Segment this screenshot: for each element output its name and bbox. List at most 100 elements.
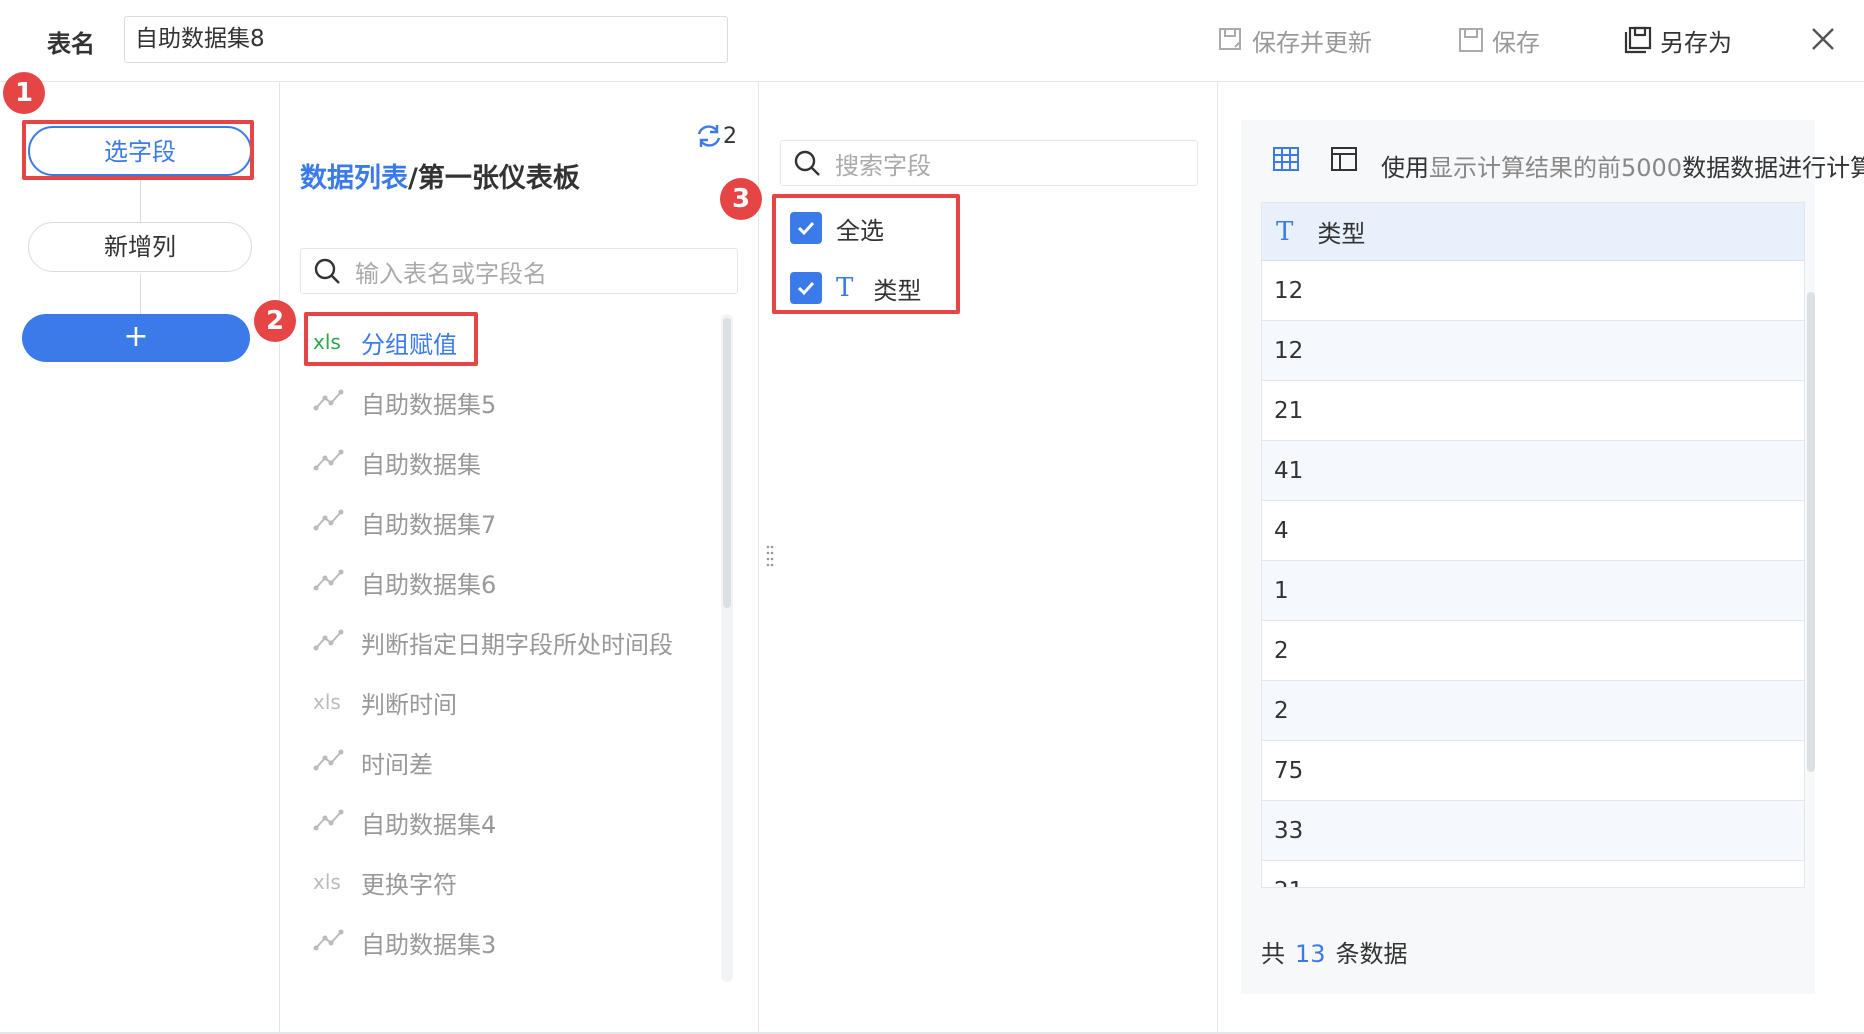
dataset-icon (313, 808, 353, 837)
close-icon[interactable] (1808, 24, 1838, 54)
table-row: 2 (1262, 681, 1804, 741)
layout-view-icon[interactable] (1329, 144, 1359, 174)
excel-icon: xls (313, 690, 341, 714)
table-list-scrollbar-thumb[interactable] (723, 318, 731, 608)
save-update-icon (1219, 28, 1241, 50)
list-item-label: 更换字符 (361, 870, 457, 899)
list-item-label: 自助数据集5 (361, 390, 497, 419)
add-step-button[interactable]: + (22, 314, 250, 362)
row-count-value: 13 (1295, 940, 1326, 968)
preview-toolbar (1271, 144, 1359, 174)
row-count-prefix: 共 (1261, 940, 1285, 968)
annotation-badge-3: 3 (720, 178, 762, 220)
dataset-icon (313, 748, 353, 777)
preview-info-part-a: 使用 (1381, 154, 1429, 182)
list-item-label: 自助数据集 (361, 450, 481, 479)
list-item-label: 判断时间 (361, 690, 457, 719)
annotation-badge-2: 2 (254, 300, 296, 342)
text-type-icon: T (1276, 216, 1294, 247)
row-count-footer: 共 13 条数据 (1261, 934, 1408, 969)
refresh-icon (697, 125, 721, 147)
list-item-label: 自助数据集6 (361, 570, 497, 599)
table-row: 12 (1262, 321, 1804, 381)
list-item-table[interactable]: 自助数据集4 (281, 792, 721, 852)
list-item-table[interactable]: 时间差 (281, 732, 721, 792)
save-and-update-label: 保存并更新 (1252, 28, 1372, 57)
dataset-icon (313, 448, 353, 477)
list-item-label: 时间差 (361, 750, 433, 779)
table-row: 41 (1262, 441, 1804, 501)
excel-icon: xls (313, 870, 341, 894)
table-search-input[interactable]: 输入表名或字段名 (300, 248, 738, 294)
refresh-button[interactable]: 2 (695, 122, 737, 150)
list-item-table[interactable]: 自助数据集5 (281, 372, 721, 432)
table-row: 4 (1262, 501, 1804, 561)
dataset-icon (313, 388, 353, 417)
list-item-table[interactable]: 判断指定日期字段所处时间段 (281, 612, 721, 672)
save-icon (1459, 28, 1483, 52)
table-search-placeholder: 输入表名或字段名 (355, 259, 547, 288)
save-button[interactable]: 保存 (1458, 22, 1540, 58)
table-list-panel: 2 数据列表/第一张仪表板 输入表名或字段名 xls 分组赋值 自助数据集5 自助… (281, 82, 759, 1034)
list-item-table[interactable]: 自助数据集3 (281, 912, 721, 972)
search-icon (794, 150, 820, 176)
preview-info-overlay: 显示计算结果的前5000 (1429, 154, 1683, 182)
table-row: 75 (1262, 741, 1804, 801)
table-row: 12 (1262, 261, 1804, 321)
table-header: T 类型 (1262, 203, 1804, 261)
row-count-suffix: 条数据 (1335, 940, 1408, 968)
annotation-box-3 (772, 194, 960, 314)
breadcrumb-separator: / (408, 163, 418, 194)
save-as-icon (1624, 26, 1652, 54)
list-item-table[interactable]: xls 判断时间 (281, 672, 721, 732)
dataset-icon (313, 928, 353, 957)
dataset-icon (313, 568, 353, 597)
breadcrumb: 数据列表/第一张仪表板 (300, 156, 580, 195)
list-item-table[interactable]: 自助数据集6 (281, 552, 721, 612)
table-row: 21 (1262, 861, 1804, 887)
list-item-table[interactable]: 自助数据集7 (281, 492, 721, 552)
preview-scrollbar-thumb[interactable] (1807, 292, 1815, 772)
table-row: 33 (1262, 801, 1804, 861)
dataset-icon (313, 628, 353, 657)
step-add-column[interactable]: 新增列 (28, 222, 252, 272)
annotation-badge-1: 1 (3, 72, 45, 114)
annotation-box-1 (22, 120, 254, 180)
list-item-table[interactable]: xls 更换字符 (281, 852, 721, 912)
search-icon (314, 258, 340, 284)
field-search-input[interactable]: 搜索字段 (780, 140, 1198, 186)
resize-handle-icon[interactable] (766, 545, 774, 571)
preview-data-table: T 类型 12 12 21 41 4 1 2 2 75 33 21 (1261, 202, 1805, 888)
field-search-placeholder: 搜索字段 (835, 151, 931, 180)
table-list: xls 分组赋值 自助数据集5 自助数据集 自助数据集7 自助数据集6 判断指定日… (281, 312, 721, 972)
preview-info-part-b: 数据数据进行计算 (1682, 154, 1864, 182)
table-row: 21 (1262, 381, 1804, 441)
list-item-label: 判断指定日期字段所处时间段 (361, 630, 673, 659)
step-connector (140, 274, 141, 314)
table-name-input[interactable]: 自助数据集8 (124, 16, 728, 63)
grid-view-icon[interactable] (1271, 144, 1301, 174)
breadcrumb-data-list-link[interactable]: 数据列表 (300, 163, 408, 194)
dataset-icon (313, 508, 353, 537)
list-item-table[interactable]: 自助数据集 (281, 432, 721, 492)
list-item-label: 自助数据集7 (361, 510, 497, 539)
save-as-button[interactable]: 另存为 (1624, 22, 1732, 58)
preview-info-text: 使用显示计算结果的前5000数据数据进行计算 (1381, 148, 1864, 183)
column-header-label: 类型 (1317, 220, 1366, 248)
breadcrumb-current: 第一张仪表板 (417, 163, 580, 194)
save-and-update-button[interactable]: 保存并更新 (1218, 22, 1372, 58)
preview-area: 使用显示计算结果的前5000数据数据进行计算 T 类型 12 12 21 41 … (1241, 120, 1864, 994)
table-row: 1 (1262, 561, 1804, 621)
list-item-label: 自助数据集4 (361, 810, 497, 839)
step-sidebar: 选字段 新增列 + (0, 82, 280, 1034)
table-row: 2 (1262, 621, 1804, 681)
save-label: 保存 (1492, 28, 1540, 57)
refresh-count: 2 (723, 123, 737, 149)
preview-panel: 使用显示计算结果的前5000数据数据进行计算 T 类型 12 12 21 41 … (1219, 82, 1864, 1034)
save-as-label: 另存为 (1660, 28, 1732, 57)
step-connector (140, 178, 141, 222)
top-bar: 表名 自助数据集8 保存并更新 保存 另存为 (0, 0, 1864, 82)
list-item-label: 自助数据集3 (361, 930, 497, 959)
table-name-label: 表名 (47, 30, 95, 58)
annotation-box-2 (304, 312, 478, 366)
